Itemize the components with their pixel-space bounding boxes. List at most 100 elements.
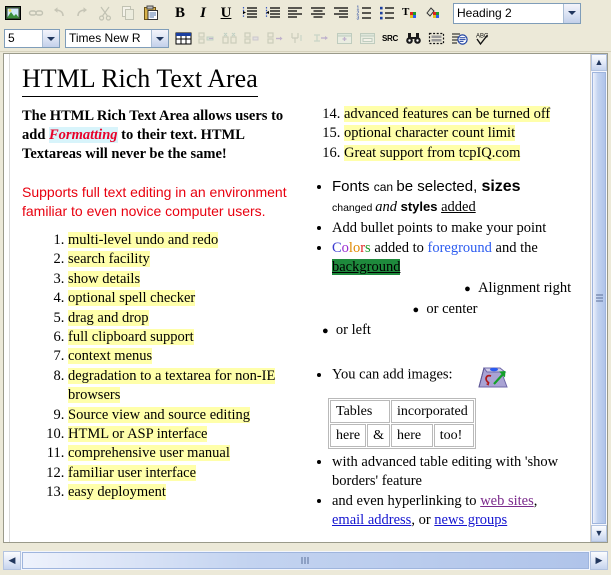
list-item: degradation to a textarea for non-IE bro…: [68, 367, 304, 406]
list-item: drag and drop: [68, 309, 304, 328]
spell-check-icon[interactable]: ABC: [471, 28, 493, 50]
table-container: Tables incorporated here & here too!: [324, 398, 582, 450]
horizontal-scrollbar[interactable]: ◀ ▶: [3, 551, 608, 570]
insert-row-below-icon[interactable]: [264, 28, 286, 50]
character-count-icon[interactable]: [448, 28, 470, 50]
font-color-icon[interactable]: T: [399, 2, 421, 24]
list-item-label: comprehensive user manual: [68, 445, 230, 462]
list-item: easy deployment: [68, 483, 304, 502]
hyperlink-pre: and even hyperlinking to: [332, 493, 481, 510]
copy-icon[interactable]: [117, 2, 139, 24]
delete-row-icon[interactable]: [287, 28, 309, 50]
document-canvas[interactable]: HTML Rich Text Area The HTML Rich Text A…: [4, 54, 590, 542]
list-item: optional spell checker: [68, 289, 304, 308]
list-item: Great support from tcpIQ.com: [344, 144, 582, 163]
list-item: multi-level undo and redo: [68, 231, 304, 250]
ordered-list-icon[interactable]: 123: [353, 2, 375, 24]
svg-text:T: T: [402, 6, 410, 18]
font-size-select[interactable]: 5: [4, 29, 60, 48]
chevron-left-icon: ◀: [8, 555, 16, 565]
chevron-up-icon: ▲: [594, 57, 604, 67]
cut-icon[interactable]: [94, 2, 116, 24]
list-item-label: Source view and source editing: [68, 406, 251, 423]
horizontal-scroll-thumb[interactable]: [22, 552, 589, 569]
unordered-list-icon[interactable]: [376, 2, 398, 24]
cell-properties-icon[interactable]: [333, 28, 355, 50]
redo-icon[interactable]: [71, 2, 93, 24]
can-word: can: [373, 180, 397, 195]
bullet-hyperlinking: and even hyperlinking to web sites, emai…: [332, 492, 582, 530]
font-family-select[interactable]: Times New R: [65, 29, 169, 48]
scroll-down-button[interactable]: ▼: [591, 525, 607, 542]
style-select[interactable]: Heading 2: [453, 2, 581, 24]
insert-column-left-icon[interactable]: [195, 28, 217, 50]
bullet-fonts: Fonts can be selected, sizeschanged and …: [332, 177, 582, 218]
list-item: Source view and source editing: [68, 406, 304, 425]
chevron-down-icon[interactable]: [42, 30, 59, 47]
list-item-label: multi-level undo and redo: [68, 232, 219, 248]
vertical-scrollbar[interactable]: ▲ ▼: [590, 54, 607, 542]
indent-increase-icon[interactable]: [238, 2, 260, 24]
link-email-address[interactable]: email address: [332, 512, 411, 528]
font-size-value: 5: [8, 31, 15, 45]
background-color-icon[interactable]: [422, 2, 444, 24]
style-select-value: Heading 2: [457, 5, 512, 20]
link-web-sites[interactable]: web sites: [480, 493, 534, 509]
and-word: and: [375, 199, 401, 216]
red-paragraph: Supports full text editing in an environ…: [22, 184, 287, 219]
source-view-icon[interactable]: SRC: [379, 28, 401, 50]
page-title: HTML Rich Text Area: [22, 64, 258, 97]
colors-mid: added to: [370, 240, 428, 257]
table-row: Tables incorporated: [330, 400, 474, 424]
scroll-left-button[interactable]: ◀: [3, 551, 21, 570]
chevron-down-icon[interactable]: [563, 3, 580, 23]
align-right-icon[interactable]: [330, 2, 352, 24]
align-center-icon[interactable]: [307, 2, 329, 24]
bullet-images: You can add images:: [332, 355, 582, 395]
feature-list-right: advanced features can be turned off opti…: [308, 105, 582, 163]
chevron-down-icon[interactable]: [151, 30, 168, 47]
vertical-scroll-thumb[interactable]: [592, 72, 606, 524]
bold-icon[interactable]: B: [169, 2, 191, 24]
scroll-right-button[interactable]: ▶: [590, 551, 608, 570]
align-left-icon[interactable]: [284, 2, 306, 24]
list-item: full clipboard support: [68, 328, 304, 347]
find-icon[interactable]: [402, 28, 424, 50]
list-item: show details: [68, 270, 304, 289]
merge-cells-icon[interactable]: [310, 28, 332, 50]
list-item: search facility: [68, 250, 304, 269]
bullet-dot: ●: [464, 283, 471, 296]
list-item-label: Great support from tcpIQ.com: [344, 144, 521, 161]
image-icon[interactable]: [2, 2, 24, 24]
toolbar-formatting: B I U 123 T Heading 2: [0, 0, 611, 26]
alignment-bullets: ● Alignment right ● or center ● or left: [308, 279, 582, 341]
table-cell: too!: [433, 424, 474, 448]
bullet-align-center: ● or center: [308, 300, 582, 320]
images-bullets: You can add images:: [308, 355, 582, 530]
changed-word: changed: [332, 202, 376, 215]
sizes-word: sizes: [481, 178, 521, 196]
delete-column-icon[interactable]: [218, 28, 240, 50]
paste-icon[interactable]: [140, 2, 162, 24]
intro-paragraph: The HTML Rich Text Area allows users to …: [22, 107, 304, 164]
left-margin-rule: [9, 54, 10, 542]
link-icon[interactable]: [25, 2, 47, 24]
underline-icon[interactable]: U: [215, 2, 237, 24]
fonts-word: Fonts: [332, 178, 374, 196]
indent-decrease-icon[interactable]: [261, 2, 283, 24]
scroll-up-button[interactable]: ▲: [591, 54, 607, 71]
list-item: HTML or ASP interface: [68, 425, 304, 444]
undo-icon[interactable]: [48, 2, 70, 24]
list-item-label: full clipboard support: [68, 329, 194, 346]
link-news-groups[interactable]: news groups: [434, 512, 507, 528]
list-item: optional character count limit: [344, 124, 582, 143]
bullet-dot: ●: [412, 304, 420, 317]
insert-row-above-icon[interactable]: [241, 28, 263, 50]
list-item: context menus: [68, 347, 304, 366]
insert-table-icon[interactable]: [172, 28, 194, 50]
italic-icon[interactable]: I: [192, 2, 214, 24]
show-borders-icon[interactable]: [425, 28, 447, 50]
bullet-colors: Colors added to foreground and the backg…: [332, 239, 582, 277]
list-item-label: context menus: [68, 348, 153, 365]
table-properties-icon[interactable]: [356, 28, 378, 50]
